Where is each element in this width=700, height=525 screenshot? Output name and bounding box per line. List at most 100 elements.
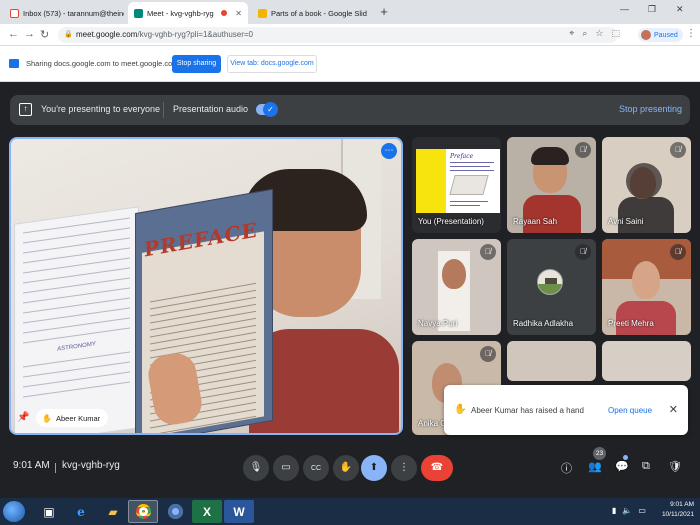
participant-name: Rayaan Sah	[513, 217, 558, 226]
present-now-button[interactable]: ⬆	[361, 455, 387, 481]
mic-off-icon: 🎙̸	[480, 346, 496, 362]
stop-sharing-button[interactable]: Stop sharing	[172, 55, 221, 73]
gmail-icon	[10, 8, 19, 18]
raise-hand-button[interactable]: ✋	[333, 455, 359, 481]
book-section-heading: ASTRONOMY	[57, 341, 96, 353]
system-clock[interactable]: 9:01 AM 10/11/2021	[662, 500, 694, 520]
hang-up-icon: ☎	[430, 462, 444, 473]
start-button[interactable]	[3, 501, 25, 522]
presenting-bar: ↑ You're presenting to everyone Presenta…	[10, 95, 690, 125]
avatar	[537, 269, 563, 295]
microphone-icon: 🎙	[249, 462, 263, 473]
battery-icon[interactable]: ▭	[638, 506, 646, 515]
notification-text: Abeer Kumar has raised a hand	[471, 406, 584, 415]
internet-explorer-icon[interactable]: e	[66, 500, 96, 523]
close-window-icon[interactable]: ✕	[676, 4, 684, 15]
tab-title: Parts of a book - Google Slid	[271, 8, 367, 18]
meeting-time: 9:01 AM	[13, 460, 50, 471]
spotlight-video-tile[interactable]: ASTRONOMY PREFACE ⋯ 📌 ✋ Abeer Kumar	[9, 137, 403, 435]
taskbar-date: 10/11/2021	[661, 511, 694, 518]
browser-tab-strip: Inbox (573) - tarannum@theinde ✕ Meet - …	[0, 0, 700, 24]
chrome-profile-icon[interactable]	[160, 500, 190, 523]
stop-presenting-button[interactable]: Stop presenting	[619, 104, 682, 114]
check-icon: ✓	[263, 102, 278, 117]
extensions-icon[interactable]: ⬚	[611, 28, 620, 39]
participant-tile[interactable]: 🎙̸ Rayaan Sah	[507, 137, 596, 233]
close-tab-icon[interactable]: ✕	[235, 9, 242, 18]
reload-icon[interactable]: ↻	[40, 28, 49, 41]
activities-icon[interactable]: ⧉	[642, 460, 650, 473]
participant-tile[interactable]: 🎙̸ Navya Puri	[412, 239, 501, 335]
meet-stage: ↑ You're presenting to everyone Presenta…	[0, 82, 700, 498]
tab-gmail[interactable]: Inbox (573) - tarannum@theinde ✕	[4, 2, 124, 24]
microphone-button[interactable]: 🎙	[243, 455, 269, 481]
leave-call-button[interactable]: ☎	[421, 455, 453, 481]
participant-tile-presentation[interactable]: Preface You (Presentation)	[412, 137, 501, 233]
tab-meet[interactable]: Meet - kvg-vghb-ryg ✕	[128, 2, 248, 24]
camera-button[interactable]: ▭	[273, 455, 299, 481]
browser-menu-icon[interactable]: ⋮	[686, 28, 696, 39]
tab-slides[interactable]: Parts of a book - Google Slid ✕	[252, 2, 372, 24]
book-left-page: ASTRONOMY	[14, 206, 139, 433]
forward-icon[interactable]: →	[24, 28, 35, 40]
open-queue-button[interactable]: Open queue	[608, 406, 652, 415]
participant-tile[interactable]: 🎙̸ Preeti Mehra	[602, 239, 691, 335]
bookmark-star-icon[interactable]: ☆	[595, 28, 603, 39]
profile-button[interactable]: Paused	[638, 28, 683, 42]
host-controls-icon[interactable]: 🛡	[668, 460, 682, 473]
sharing-info-bar: Sharing docs.google.com to meet.google.c…	[0, 46, 700, 82]
chat-icon[interactable]: 💬	[615, 460, 629, 473]
back-icon[interactable]: ←	[8, 28, 19, 40]
os-taskbar: ▣ e ▰ X W ▮ 🔈 ▭ 9:01 AM 10/11/2021	[0, 498, 700, 525]
network-icon[interactable]: ▮	[612, 506, 616, 515]
raised-hand-icon: ✋	[454, 404, 467, 415]
divider	[55, 463, 56, 473]
mic-off-icon: 🎙̸	[575, 142, 591, 158]
chrome-icon[interactable]	[128, 500, 158, 523]
zoom-icon[interactable]: ⌕	[582, 28, 587, 39]
presentation-audio-label: Presentation audio	[173, 104, 249, 114]
location-icon[interactable]: ⌖	[569, 28, 574, 39]
participant-tile[interactable]: 🎙̸ Avni Saini	[602, 137, 691, 233]
participant-count-badge: 23	[593, 447, 606, 460]
meet-icon	[134, 8, 143, 18]
pin-icon[interactable]: 📌	[17, 412, 29, 423]
task-view-icon[interactable]: ▣	[34, 500, 64, 523]
divider	[163, 102, 164, 118]
view-tab-button[interactable]: View tab: docs.google.com	[227, 55, 317, 73]
minimize-icon[interactable]: —	[620, 4, 629, 14]
recording-dot-icon	[221, 10, 228, 16]
url-field[interactable]: 🔒 meet.google.com/kvg-vghb-ryg?pli=1&aut…	[58, 27, 618, 43]
avatar	[641, 30, 651, 40]
lock-icon: 🔒	[64, 31, 73, 38]
captions-button[interactable]: CC	[303, 455, 329, 481]
word-icon[interactable]: W	[224, 500, 254, 523]
meeting-details-icon[interactable]: ⓘ	[561, 460, 572, 476]
more-vert-icon: ⋮	[399, 462, 409, 473]
mic-off-icon: 🎙̸	[575, 244, 591, 260]
more-options-button[interactable]: ⋮	[391, 455, 417, 481]
close-icon[interactable]: ✕	[669, 403, 678, 416]
meeting-code: kvg-vghb-ryg	[62, 460, 120, 471]
participant-tile-partial[interactable]	[507, 341, 596, 381]
raised-hand-name-chip: ✋ Abeer Kumar	[36, 409, 109, 427]
excel-icon[interactable]: X	[192, 500, 222, 523]
volume-icon[interactable]: 🔈	[622, 506, 632, 515]
participant-name: Preeti Mehra	[608, 319, 654, 328]
mic-off-icon: 🎙̸	[670, 244, 686, 260]
sharing-text: Sharing docs.google.com to meet.google.c…	[26, 59, 179, 68]
present-screen-icon: ↑	[19, 103, 32, 116]
taskbar-time: 9:01 AM	[670, 501, 694, 508]
maximize-icon[interactable]: ❐	[648, 4, 656, 15]
participant-tile[interactable]: 🎙̸ Radhika Adlakha	[507, 239, 596, 335]
presentation-audio-toggle[interactable]: ✓	[256, 102, 278, 117]
new-tab-button[interactable]: +	[376, 4, 392, 20]
tile-more-options-icon[interactable]: ⋯	[381, 143, 397, 159]
tab-title: Meet - kvg-vghb-ryg	[147, 8, 214, 18]
people-icon[interactable]: 👥	[588, 460, 602, 473]
camera-icon: ▭	[281, 462, 291, 473]
address-bar-row: ← → ↻ 🔒 meet.google.com/kvg-vghb-ryg?pli…	[0, 24, 700, 46]
raised-hand-notification: ✋ Abeer Kumar has raised a hand Open que…	[444, 385, 688, 435]
file-explorer-icon[interactable]: ▰	[98, 500, 128, 523]
participant-tile-partial[interactable]	[602, 341, 691, 381]
